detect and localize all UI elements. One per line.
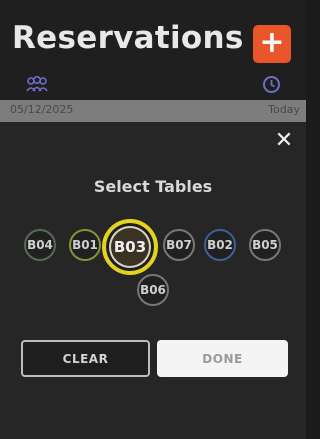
table-chip-b06[interactable]: B06 (137, 274, 169, 306)
table-chip-b04[interactable]: B04 (24, 229, 56, 261)
table-chip-b07[interactable]: B07 (163, 229, 195, 261)
add-reservation-button[interactable]: + (253, 25, 291, 63)
table-chip-b01[interactable]: B01 (69, 229, 101, 261)
modal-title: Select Tables (93, 177, 213, 196)
clear-button[interactable]: CLEAR (21, 340, 150, 377)
done-button[interactable]: DONE (157, 340, 288, 377)
table-chip-b05[interactable]: B05 (249, 229, 281, 261)
clock-icon[interactable] (262, 75, 281, 94)
table-chip-b02[interactable]: B02 (204, 229, 236, 261)
close-icon[interactable]: ✕ (274, 130, 294, 152)
selected-date: 05/12/2025 (10, 103, 74, 116)
date-bar[interactable]: 05/12/2025 Today (0, 100, 306, 122)
page-title: Reservations (12, 20, 244, 56)
users-icon[interactable] (26, 76, 48, 92)
today-link[interactable]: Today (268, 103, 300, 116)
table-chip-b03-selected[interactable]: B03 (102, 219, 158, 275)
